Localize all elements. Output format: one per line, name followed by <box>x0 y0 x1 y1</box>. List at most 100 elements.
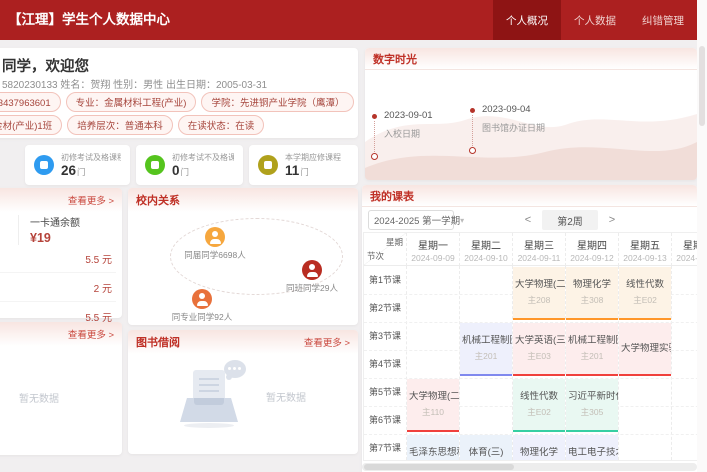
chevron-down-icon: ▾ <box>460 216 464 225</box>
top-nav: 个人概况个人数据纠错管理 <box>493 0 697 40</box>
app-title: 【江理】学生个人数据中心 <box>8 0 170 40</box>
course-cell[interactable]: 体育(三) <box>460 435 512 461</box>
wallet-more-link[interactable]: 查看更多 > <box>68 193 114 207</box>
stat-value-row: 0门 <box>172 163 234 178</box>
letter-icon <box>193 370 225 402</box>
course-room: 主208 <box>528 294 551 306</box>
card-balance: 一卡通余额 ¥19 <box>30 214 80 245</box>
wallet-card-header: 查看更多 > <box>0 188 122 212</box>
week-navigation: < 第2周 > <box>520 210 620 230</box>
course-cell[interactable]: 线性代数主E02 <box>619 267 671 320</box>
nav-item-0[interactable]: 个人概况 <box>493 0 561 40</box>
course-cell[interactable]: 大学英语(三) 主E03 <box>513 323 565 376</box>
timeline-dot-icon <box>470 108 475 113</box>
period-label: 第6节课 <box>364 406 406 434</box>
wallet-rows: 5.5 元2 元5.5 元 <box>0 244 116 331</box>
next-week-button[interactable]: > <box>604 210 620 230</box>
prev-week-button[interactable]: < <box>520 210 536 230</box>
course-name: 毛泽东思想和中... <box>407 447 459 458</box>
student-tag: 培养层次：普通本科 <box>67 115 173 135</box>
day-name: 星期五 <box>619 237 671 252</box>
nav-item-2[interactable]: 纠错管理 <box>629 0 697 40</box>
course-cell[interactable]: 毛泽东思想和中... <box>407 435 459 461</box>
timeline-ring-icon <box>371 153 378 160</box>
day-name: 星期四 <box>566 237 618 252</box>
course-cell[interactable]: 机械工程制图主201 <box>566 323 618 376</box>
stat-unit: 门 <box>181 166 190 178</box>
wallet-amount: 5.5 元 <box>85 251 112 266</box>
course-room: 主E02 <box>633 294 657 306</box>
wallet-row: 2 元 <box>0 273 116 302</box>
wallet-amount: 2 元 <box>94 280 112 295</box>
library-more-link[interactable]: 查看更多 > <box>304 335 350 349</box>
horizontal-scrollbar <box>362 463 697 471</box>
timeline-ring-icon <box>469 147 476 154</box>
semester-select[interactable]: 2024-2025 第一学期 ▾ <box>368 210 454 230</box>
dots-bubble-icon <box>224 360 246 378</box>
student-tag: 学院：先进铜产业学院（鹰潭） <box>201 92 354 112</box>
balance-value: ¥19 <box>30 231 80 245</box>
library-card-header: 图书借阅 查看更多 > <box>128 330 358 354</box>
relation-node[interactable]: 同班同学29人 <box>264 260 360 294</box>
course-cell[interactable]: 大学物理(二) 主208 <box>513 267 565 320</box>
course-cell[interactable]: 线性代数主E02 <box>513 379 565 432</box>
relation-node[interactable]: 同专业同学92人 <box>154 289 250 323</box>
course-cell[interactable]: 物理化学主308 <box>566 267 618 320</box>
vertical-scrollbar-thumb[interactable] <box>699 46 705 126</box>
divider <box>18 215 19 245</box>
student-tags-row1: 联系电话：13437963601专业：金属材料工程(产业)学院：先进铜产业学院（… <box>0 92 354 112</box>
course-cell[interactable]: 习近平新时代中...主305 <box>566 379 618 432</box>
day-header: 星期一2024-09-09 <box>406 233 459 266</box>
course-cell[interactable]: 电工电子技术 <box>566 435 618 461</box>
day-header: 星期五2024-09-13 <box>618 233 671 266</box>
timetable-corner-cell: 星期 节次 <box>364 233 406 266</box>
day-header: 星期三2024-09-11 <box>512 233 565 266</box>
stat-text: 初修考试及格课程26门 <box>61 152 121 178</box>
student-tag: 联系电话：13437963601 <box>0 92 61 112</box>
stat-unit: 门 <box>77 166 86 178</box>
period-label: 第2节课 <box>364 294 406 322</box>
course-room: 主E03 <box>527 350 551 362</box>
course-room: 主201 <box>581 350 604 362</box>
empty-state: 暂无数据 <box>0 367 122 427</box>
course-room: 主110 <box>422 406 444 418</box>
stat-value: 11 <box>285 163 299 178</box>
timeline-line <box>472 115 473 146</box>
nav-item-1[interactable]: 个人数据 <box>561 0 629 40</box>
relations-card: 校内关系 同届同学6698人同班同学29人同专业同学92人 <box>128 188 358 325</box>
relations-graph: 同届同学6698人同班同学29人同专业同学92人 <box>128 212 358 325</box>
relation-node[interactable]: 同届同学6698人 <box>167 227 263 261</box>
vertical-scrollbar <box>697 0 707 472</box>
timeline-label: 入校日期 <box>384 127 420 140</box>
top-bar: 【江理】学生个人数据中心 个人概况个人数据纠错管理 <box>0 0 707 40</box>
empty-state: 暂无数据 <box>128 366 358 426</box>
day-name: 星期三 <box>513 237 565 252</box>
empty-text: 暂无数据 <box>19 390 59 405</box>
course-cell[interactable]: 物理化学 <box>513 435 565 461</box>
person-icon <box>205 227 225 247</box>
stat-text: 初修考试不及格课程0门 <box>172 152 234 178</box>
timeline-item: 2023-09-04图书馆办证日期 <box>470 104 600 164</box>
course-cell[interactable]: 大学物理(二)主110 <box>407 379 459 432</box>
student-info-line: 5820230133 姓名：贺翔 性别：男性 出生日期：2005-03-31 <box>2 76 267 91</box>
person-icon <box>302 260 322 280</box>
timeline-label: 图书馆办证日期 <box>482 121 545 134</box>
student-tag: 班级：23金材(产业)1班 <box>0 115 62 135</box>
day-date: 2024-09-10 <box>460 253 512 263</box>
course-name: 线性代数 <box>624 279 666 290</box>
course-name: 大学英语(三) <box>513 335 565 346</box>
course-cell[interactable]: 机械工程制图主201 <box>460 323 512 376</box>
horizontal-scrollbar-thumb[interactable] <box>364 464 514 470</box>
day-date: 2024-09-13 <box>619 253 671 263</box>
course-cell[interactable]: 大学物理实验 <box>619 323 671 376</box>
current-week-label: 第2周 <box>542 210 598 230</box>
timeline-dot-icon <box>372 114 377 119</box>
stat-card-2: 本学期应修课程11门 <box>249 145 358 185</box>
left-bottom-more-link[interactable]: 查看更多 > <box>68 327 114 341</box>
course-name: 机械工程制图 <box>566 335 618 346</box>
digital-time-card: 数字时光 2023-09-01入校日期2023-09-04图书馆办证日期 <box>365 48 697 180</box>
relations-title: 校内关系 <box>136 192 180 208</box>
course-name: 大学物理(二) <box>513 279 565 290</box>
timeline: 2023-09-01入校日期2023-09-04图书馆办证日期 <box>365 70 697 180</box>
day-header: 星期二2024-09-10 <box>459 233 512 266</box>
